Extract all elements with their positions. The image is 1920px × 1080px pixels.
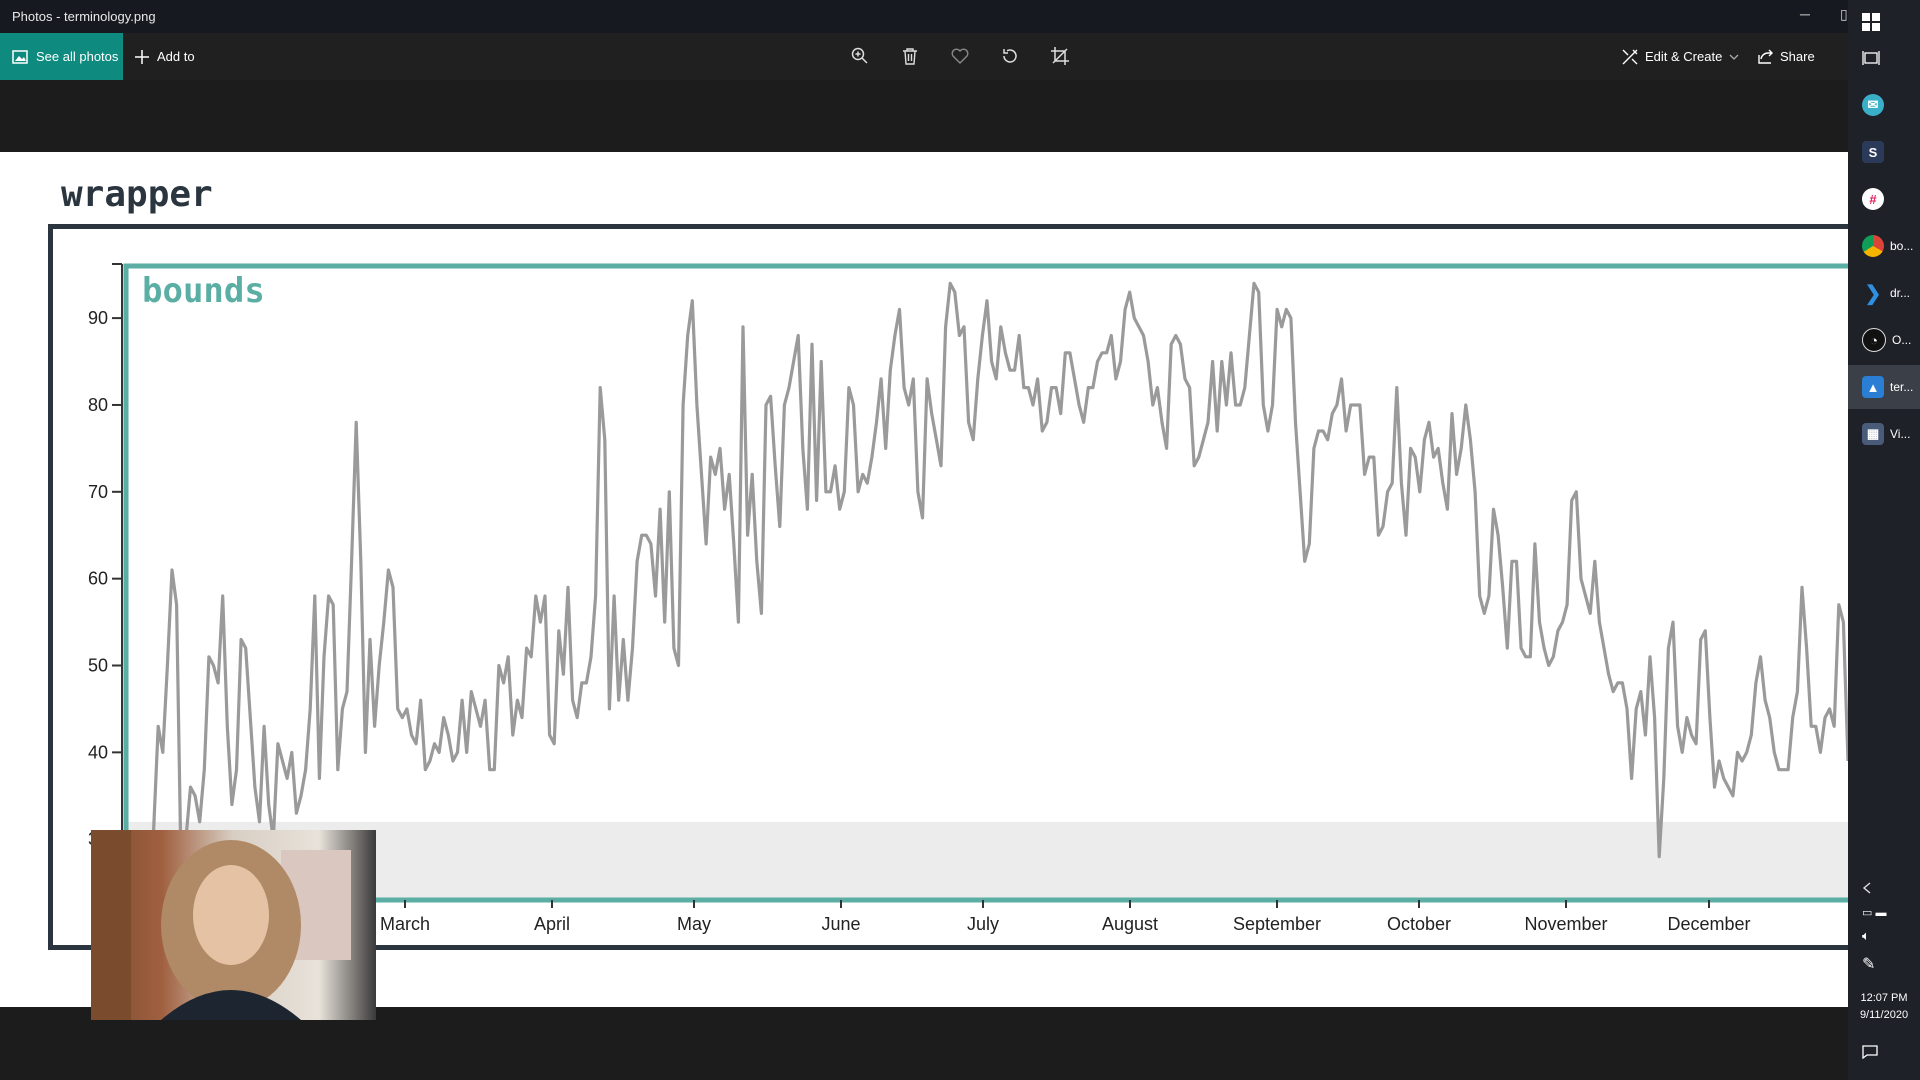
vscode-icon: ❯ [1864, 282, 1882, 305]
x-tick-label: August [1102, 914, 1158, 934]
edit-create-icon [1622, 49, 1638, 64]
edit-create-button[interactable]: Edit & Create [1622, 33, 1739, 80]
share-button[interactable]: Share [1757, 33, 1815, 80]
taskbar-app-slack[interactable]: # [1848, 177, 1920, 221]
taskbar-app-photos[interactable]: ▲ ter... [1848, 365, 1920, 409]
edit-create-label: Edit & Create [1645, 49, 1723, 64]
x-tick-label: April [534, 914, 570, 934]
action-center-button[interactable] [1848, 1030, 1920, 1074]
task-view-button[interactable] [1848, 36, 1920, 80]
x-tick-label: September [1233, 914, 1321, 934]
bounds-frame [123, 263, 1848, 900]
canvas-margin-top [0, 80, 1848, 152]
see-all-photos-button[interactable]: See all photos [0, 33, 123, 80]
tray-pen[interactable]: ✎ [1848, 942, 1920, 986]
taskbar-label-video: Vi... [1890, 427, 1911, 441]
bounds-label: bounds [142, 271, 265, 311]
shaded-region [126, 821, 1848, 900]
presenter-figure [91, 830, 351, 1020]
skype-icon: S [1862, 141, 1884, 163]
taskbar-app-obs[interactable]: ◔ O... [1848, 318, 1920, 362]
x-tick-label: May [677, 914, 711, 934]
plus-icon [135, 49, 149, 64]
y-tick-label: 60 [88, 569, 108, 589]
see-all-photos-label: See all photos [36, 49, 119, 64]
taskbar-app-video[interactable]: ▦ Vi... [1848, 412, 1920, 456]
share-label: Share [1780, 49, 1815, 64]
taskbar-label-chrome: bo... [1890, 239, 1914, 253]
pen-icon: ✎ [1862, 956, 1876, 973]
chevron-down-icon [1729, 54, 1739, 60]
x-tick-label: November [1524, 914, 1607, 934]
notification-icon [1862, 1045, 1878, 1059]
y-tick-label: 80 [88, 395, 108, 415]
taskbar-app-chrome[interactable]: bo... [1848, 224, 1920, 268]
task-view-icon [1862, 51, 1880, 65]
photos-app-icon: ▲ [1862, 376, 1884, 398]
add-to-label: Add to [157, 49, 195, 64]
x-tick-label: June [821, 914, 860, 934]
windows-taskbar: ✉ S # bo... ❯ dr... ◔ O... ▲ ter... ▦ Vi… [1848, 0, 1920, 1080]
taskbar-clock[interactable]: 12:07 PM 9/11/2020 [1848, 990, 1920, 1024]
chrome-icon [1862, 235, 1884, 257]
obs-icon: ◔ [1862, 328, 1886, 352]
rotate-icon[interactable] [998, 44, 1022, 68]
photos-icon [12, 49, 28, 64]
y-tick-label: 50 [88, 656, 108, 676]
y-tick-label: 90 [88, 308, 108, 328]
x-tick-label: October [1387, 914, 1451, 934]
photos-toolbar: See all photos Add to Edit & Create Shar… [0, 33, 1848, 80]
webcam-overlay [91, 830, 376, 1020]
maximize-button[interactable]: ▯ [1840, 6, 1848, 23]
x-tick-label: December [1667, 914, 1750, 934]
x-tick-label: March [380, 914, 430, 934]
taskbar-app-vscode[interactable]: ❯ dr... [1848, 271, 1920, 315]
minimize-button[interactable]: ─ [1800, 6, 1810, 22]
share-icon [1758, 49, 1773, 64]
title-bar: Photos - terminology.png ─ ▯ [0, 0, 1848, 33]
x-tick-label: July [967, 914, 999, 934]
add-to-button[interactable]: Add to [135, 33, 195, 80]
crop-icon[interactable] [1048, 44, 1072, 68]
trash-icon[interactable] [898, 44, 922, 68]
windows-logo-icon [1862, 13, 1880, 31]
taskbar-label-obs: O... [1892, 333, 1912, 347]
y-tick-label: 40 [88, 742, 108, 762]
taskbar-app-skype[interactable]: S [1848, 130, 1920, 174]
y-tick-label: 70 [88, 482, 108, 502]
clock-date: 9/11/2020 [1859, 1009, 1909, 1021]
taskbar-label-photos: ter... [1890, 380, 1914, 394]
taskbar-app-mail[interactable]: ✉ [1848, 83, 1920, 127]
window-title: Photos - terminology.png [12, 9, 156, 24]
slack-icon: # [1862, 188, 1884, 210]
heart-icon[interactable] [948, 44, 972, 68]
clock-time: 12:07 PM [1860, 992, 1908, 1004]
zoom-in-icon[interactable] [848, 44, 872, 68]
taskbar-label-vscode: dr... [1890, 286, 1911, 300]
video-editor-icon: ▦ [1862, 423, 1884, 445]
mail-app-icon: ✉ [1862, 94, 1884, 116]
